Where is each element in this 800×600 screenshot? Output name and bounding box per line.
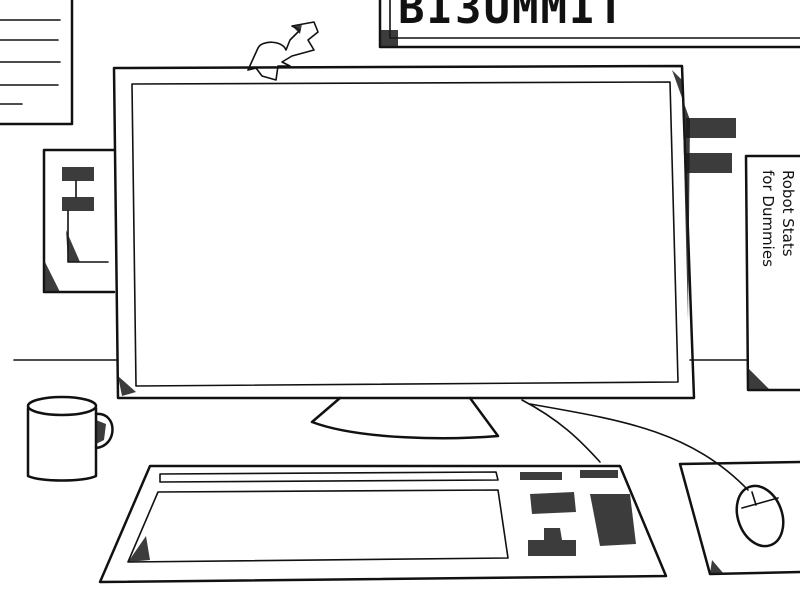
keyboard-main-keys <box>127 489 509 563</box>
mouse-icon <box>735 484 785 548</box>
monitor <box>112 64 696 400</box>
mug-icon <box>26 395 114 482</box>
mouse-cable <box>529 403 749 491</box>
wall-diagram-note <box>42 148 116 294</box>
robot-doodle-icon <box>247 21 319 81</box>
monitor-side-ports <box>686 118 736 173</box>
wall-note <box>0 0 74 126</box>
keyboard <box>98 464 668 584</box>
poster-text: BI3UMMIT <box>398 0 626 32</box>
desk-scene <box>0 0 800 584</box>
book-title: Robot Stats for Dummies <box>759 170 797 267</box>
monitor-screen <box>131 81 679 387</box>
monitor-stand <box>310 396 500 440</box>
